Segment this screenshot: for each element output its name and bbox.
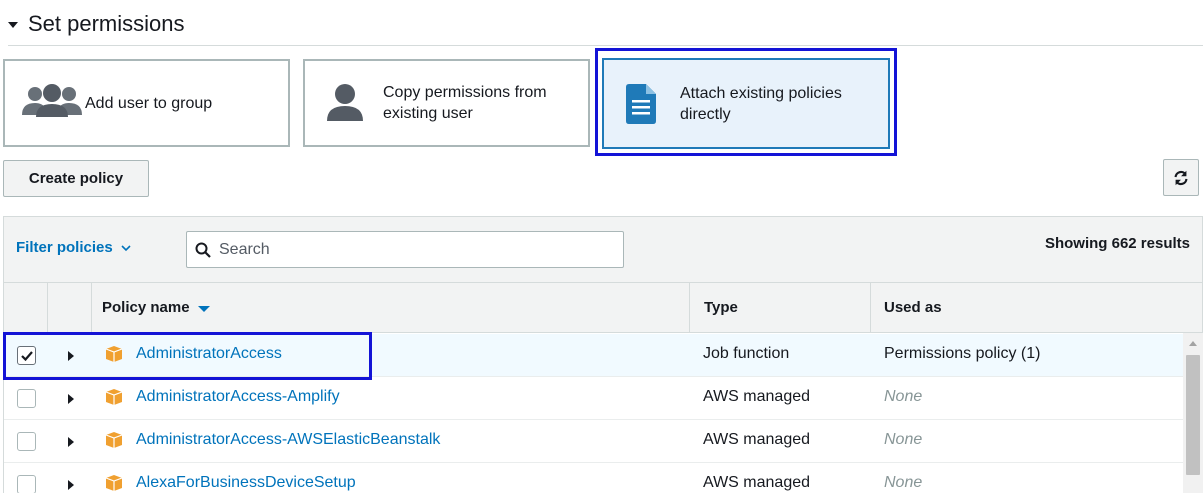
policy-box-icon — [105, 432, 123, 448]
checkmark-icon — [21, 351, 33, 362]
table-scrollbar[interactable] — [1183, 333, 1203, 493]
caret-down-icon[interactable] — [8, 22, 18, 28]
column-header-type[interactable]: Type — [704, 299, 738, 316]
expand-row-icon[interactable] — [68, 480, 74, 490]
copy-permissions-label-line1: Copy permissions from — [383, 84, 547, 101]
policy-used-as: None — [884, 431, 923, 448]
row-checkbox[interactable] — [17, 389, 36, 408]
search-input[interactable] — [217, 239, 597, 260]
row-checkbox[interactable] — [17, 432, 36, 451]
attach-policies-label-line1: Attach existing policies — [680, 84, 842, 102]
attach-existing-policies-option[interactable]: Attach existing policies directly — [602, 58, 890, 149]
results-count: Showing 662 results — [1044, 235, 1190, 252]
filter-policies-dropdown[interactable]: Filter policies — [16, 239, 131, 256]
row-checkbox[interactable] — [17, 475, 36, 493]
policies-table: Filter policies Showing 662 results Poli… — [3, 216, 1203, 493]
create-policy-button[interactable]: Create policy — [3, 160, 149, 197]
expand-row-icon[interactable] — [68, 351, 74, 361]
expand-row-icon[interactable] — [68, 394, 74, 404]
scrollbar-thumb[interactable] — [1186, 355, 1200, 475]
search-icon — [195, 242, 211, 258]
sort-descending-icon — [197, 305, 210, 312]
policy-name-link[interactable]: AdministratorAccess-Amplify — [136, 388, 340, 406]
set-permissions-header[interactable]: Set permissions — [8, 10, 1203, 46]
add-user-to-group-label: Add user to group — [85, 94, 213, 112]
policy-name-link[interactable]: AlexaForBusinessDeviceSetup — [136, 474, 356, 492]
table-row[interactable]: AdministratorAccess-Amplify AWS managed … — [4, 377, 1184, 420]
user-group-icon — [22, 84, 82, 117]
section-title: Set permissions — [28, 11, 185, 36]
policy-used-as: Permissions policy (1) — [884, 345, 1041, 362]
policy-name-link[interactable]: AdministratorAccess — [136, 345, 282, 363]
policy-box-icon — [105, 389, 123, 405]
policy-box-icon — [105, 346, 123, 362]
filter-policies-label: Filter policies — [16, 239, 113, 256]
table-row[interactable]: AdministratorAccess-AWSElasticBeanstalk … — [4, 420, 1184, 463]
policy-type: AWS managed — [703, 474, 811, 491]
table-row[interactable]: AlexaForBusinessDeviceSetup AWS managed … — [4, 463, 1184, 493]
search-box[interactable] — [186, 231, 624, 268]
document-icon — [626, 83, 656, 124]
refresh-button[interactable] — [1163, 159, 1199, 196]
attach-policies-label-line2: directly — [680, 105, 731, 123]
table-row[interactable]: AdministratorAccess Job function Permiss… — [4, 334, 1184, 377]
row-checkbox[interactable] — [17, 346, 36, 365]
add-user-to-group-option[interactable]: Add user to group — [3, 59, 290, 147]
policy-type: AWS managed — [703, 388, 811, 405]
chevron-down-icon — [121, 244, 131, 251]
policy-used-as: None — [884, 388, 923, 405]
policy-name-header-label: Policy name — [102, 299, 190, 316]
scroll-up-arrow-icon[interactable] — [1189, 341, 1197, 346]
column-header-policy-name[interactable]: Policy name — [102, 299, 210, 316]
copy-permissions-option[interactable]: Copy permissions from existing user — [303, 59, 590, 147]
policy-box-icon — [105, 475, 123, 491]
policy-type: AWS managed — [703, 431, 811, 448]
policy-used-as: None — [884, 474, 923, 491]
refresh-icon — [1174, 170, 1188, 185]
expand-row-icon[interactable] — [68, 437, 74, 447]
policy-type: Job function — [703, 345, 790, 362]
filter-bar: Filter policies Showing 662 results — [4, 217, 1202, 283]
policy-name-link[interactable]: AdministratorAccess-AWSElasticBeanstalk — [136, 431, 440, 449]
user-icon — [327, 84, 363, 121]
column-header-used-as[interactable]: Used as — [884, 299, 942, 316]
table-header-row: Policy name Type Used as — [4, 283, 1202, 333]
copy-permissions-label-line2: existing user — [383, 105, 473, 122]
